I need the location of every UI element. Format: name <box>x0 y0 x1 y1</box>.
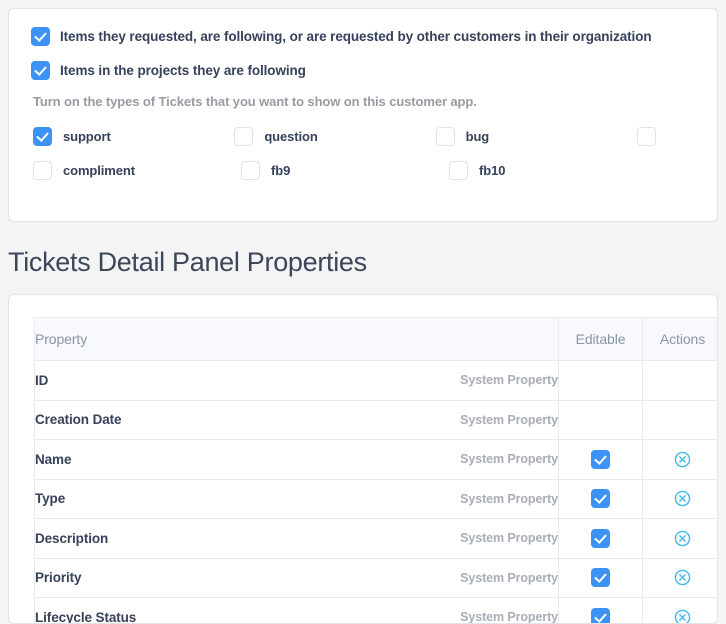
property-system-tag: System Property <box>460 373 558 387</box>
page-title: Tickets Detail Panel Properties <box>8 245 367 279</box>
cell-editable <box>559 598 643 624</box>
cell-actions <box>643 479 719 519</box>
circle-x-icon[interactable] <box>674 451 691 468</box>
checkbox-ticket-type-support[interactable] <box>33 127 52 146</box>
cell-editable <box>559 479 643 519</box>
ticket-type-question[interactable]: question <box>234 127 435 146</box>
property-name: Name <box>35 452 71 467</box>
ticket-types-hint: Turn on the types of Tickets that you wa… <box>33 94 695 109</box>
cell-actions <box>643 558 719 598</box>
checkbox-editable[interactable] <box>591 489 610 508</box>
visibility-option-row-1[interactable]: Items in the projects they are following <box>31 61 695 80</box>
table-row: Type System Property <box>35 479 719 519</box>
checkbox-ticket-type-question[interactable] <box>234 127 253 146</box>
ticket-types-grid: support question bug complim <box>33 119 695 187</box>
cell-property: Type System Property <box>35 479 559 519</box>
checkbox-items-in-projects[interactable] <box>31 61 50 80</box>
ticket-type-label-fb9: fb9 <box>271 163 290 178</box>
cell-property: Lifecycle Status System Property <box>35 598 559 624</box>
cell-property: Description System Property <box>35 519 559 559</box>
checkbox-items-requested[interactable] <box>31 27 50 46</box>
cell-actions <box>643 598 719 624</box>
ticket-types-row-2: compliment fb9 fb10 <box>33 153 695 187</box>
table-row: Lifecycle Status System Property <box>35 598 719 624</box>
checkbox-ticket-type-fb10[interactable] <box>449 161 468 180</box>
cell-property: Priority System Property <box>35 558 559 598</box>
ticket-type-compliment[interactable]: compliment <box>33 161 241 180</box>
checkbox-ticket-type-compliment[interactable] <box>33 161 52 180</box>
properties-table-body: ID System Property Creation Date System Pro… <box>35 361 719 624</box>
cell-editable <box>559 519 643 559</box>
checkbox-ticket-type-bug[interactable] <box>436 127 455 146</box>
property-name: Lifecycle Status <box>35 610 136 624</box>
checkbox-editable[interactable] <box>591 568 610 587</box>
property-name: Creation Date <box>35 412 121 427</box>
cell-editable <box>559 558 643 598</box>
property-name: Type <box>35 491 65 506</box>
table-row: ID System Property <box>35 361 719 401</box>
property-system-tag: System Property <box>460 610 558 624</box>
ticket-type-fb9[interactable]: fb9 <box>241 161 449 180</box>
cell-property: Creation Date System Property <box>35 400 559 440</box>
cell-editable <box>559 400 643 440</box>
table-row: Name System Property <box>35 440 719 480</box>
ticket-type-label-compliment: compliment <box>63 163 135 178</box>
property-name: ID <box>35 373 48 388</box>
ticket-type-label-bug: bug <box>466 129 490 144</box>
column-header-property: Property <box>35 318 559 361</box>
cell-editable <box>559 361 643 401</box>
settings-page: Items they requested, are following, or … <box>0 0 726 613</box>
cell-property: Name System Property <box>35 440 559 480</box>
ticket-type-label-question: question <box>264 129 317 144</box>
visibility-option-label-1: Items in the projects they are following <box>60 63 306 78</box>
cell-editable <box>559 440 643 480</box>
detail-panel-properties-card: Property Editable Actions ID System Prope… <box>8 294 718 624</box>
table-header-row: Property Editable Actions <box>35 318 719 361</box>
cell-actions <box>643 519 719 559</box>
ticket-type-support[interactable]: support <box>33 127 234 146</box>
ticket-types-row-1: support question bug <box>33 119 695 153</box>
cell-actions <box>643 361 719 401</box>
property-name: Priority <box>35 570 81 585</box>
property-system-tag: System Property <box>460 571 558 585</box>
customer-visibility-panel: Items they requested, are following, or … <box>8 8 718 222</box>
property-system-tag: System Property <box>460 413 558 427</box>
property-name: Description <box>35 531 108 546</box>
checkbox-editable[interactable] <box>591 529 610 548</box>
checkbox-editable[interactable] <box>591 450 610 469</box>
circle-x-icon[interactable] <box>674 609 691 624</box>
visibility-option-label-0: Items they requested, are following, or … <box>60 29 651 44</box>
ticket-type-unlabeled[interactable] <box>637 127 695 146</box>
ticket-type-bug[interactable]: bug <box>436 127 637 146</box>
checkbox-ticket-type-unlabeled[interactable] <box>637 127 656 146</box>
property-system-tag: System Property <box>460 531 558 545</box>
visibility-option-row-0[interactable]: Items they requested, are following, or … <box>31 27 695 46</box>
cell-actions <box>643 400 719 440</box>
circle-x-icon[interactable] <box>674 569 691 586</box>
ticket-type-fb10[interactable]: fb10 <box>449 161 657 180</box>
cell-property: ID System Property <box>35 361 559 401</box>
cell-actions <box>643 440 719 480</box>
column-header-editable: Editable <box>559 318 643 361</box>
table-row: Description System Property <box>35 519 719 559</box>
checkbox-ticket-type-fb9[interactable] <box>241 161 260 180</box>
circle-x-icon[interactable] <box>674 530 691 547</box>
ticket-type-label-fb10: fb10 <box>479 163 505 178</box>
property-system-tag: System Property <box>460 452 558 466</box>
ticket-type-label-support: support <box>63 129 111 144</box>
table-row: Priority System Property <box>35 558 719 598</box>
properties-table: Property Editable Actions ID System Prope… <box>34 317 718 624</box>
properties-table-head: Property Editable Actions <box>35 318 719 361</box>
table-row: Creation Date System Property <box>35 400 719 440</box>
property-system-tag: System Property <box>460 492 558 506</box>
column-header-actions: Actions <box>643 318 719 361</box>
circle-x-icon[interactable] <box>674 490 691 507</box>
checkbox-editable[interactable] <box>591 608 610 624</box>
